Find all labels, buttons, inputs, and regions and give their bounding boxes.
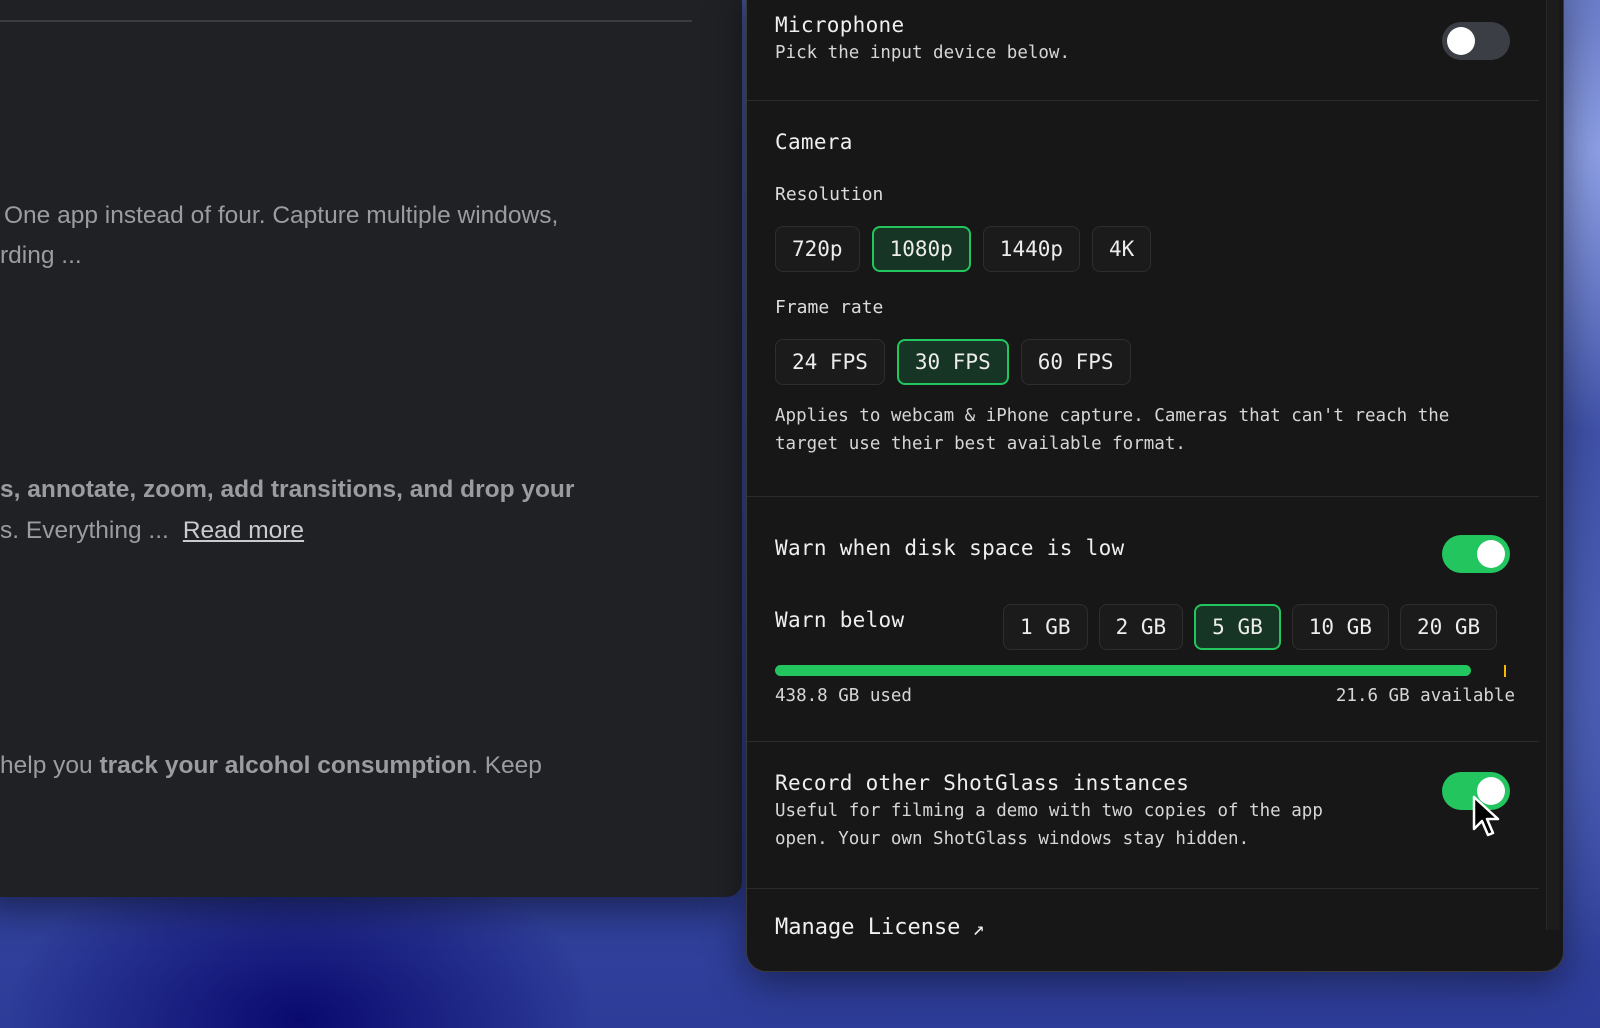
toggle-knob <box>1477 540 1505 568</box>
read-more-link[interactable]: Read more <box>183 517 304 544</box>
camera-note-line: Applies to webcam & iPhone capture. Came… <box>775 406 1450 426</box>
description-text: One app instead of four. Capture multipl… <box>4 202 559 229</box>
framerate-30-button[interactable]: 30 FPS <box>896 339 1009 385</box>
description-text: . Keep <box>471 752 542 779</box>
microphone-section: Microphone Pick the input device below. <box>775 13 1535 67</box>
divider <box>747 496 1539 497</box>
threshold-5gb-button[interactable]: 5 GB <box>1194 604 1281 650</box>
disk-available-label: 21.6 GB available <box>1335 686 1515 706</box>
threshold-options: 1 GB 2 GB 5 GB 10 GB 20 GB <box>1003 604 1498 650</box>
resolution-720p-button[interactable]: 720p <box>775 226 860 272</box>
disk-warning-title: Warn when disk space is low <box>775 536 1125 560</box>
camera-note-line: target use their best available format. <box>775 434 1186 454</box>
description-bold: track your alcohol consumption <box>99 752 472 779</box>
manage-license-label: Manage License <box>775 915 961 940</box>
description-text: s. Everything ... <box>0 517 169 544</box>
divider <box>0 20 692 22</box>
description-text: s, annotate, zoom, add transitions, and … <box>0 476 575 503</box>
framerate-options: 24 FPS 30 FPS 60 FPS <box>775 339 1131 385</box>
mouse-cursor-icon <box>1472 795 1500 837</box>
record-instances-desc: open. Your own ShotGlass windows stay hi… <box>775 829 1250 849</box>
disk-used-label: 438.8 GB used <box>775 686 912 706</box>
scrollbar[interactable] <box>1546 0 1559 930</box>
threshold-1gb-button[interactable]: 1 GB <box>1003 604 1088 650</box>
description-text: help you <box>0 752 100 779</box>
microphone-toggle[interactable] <box>1442 22 1510 60</box>
resolution-1440p-button[interactable]: 1440p <box>982 226 1081 272</box>
description-text: rding ... <box>0 242 82 269</box>
framerate-60-button[interactable]: 60 FPS <box>1020 339 1131 385</box>
record-instances-desc: Useful for filming a demo with two copie… <box>775 801 1323 821</box>
manage-license-link[interactable]: Manage License ↗ <box>775 915 984 940</box>
framerate-label: Frame rate <box>775 297 884 318</box>
threshold-marker <box>1504 665 1506 677</box>
toggle-knob <box>1447 27 1475 55</box>
threshold-2gb-button[interactable]: 2 GB <box>1098 604 1184 650</box>
microphone-subtitle: Pick the input device below. <box>775 43 1071 63</box>
camera-note: Applies to webcam & iPhone capture. Came… <box>775 402 1535 458</box>
background-browser-window: One app instead of four. Capture multipl… <box>0 0 742 897</box>
threshold-10gb-button[interactable]: 10 GB <box>1291 604 1389 650</box>
camera-section: Camera <box>775 130 1535 154</box>
record-instances-title: Record other ShotGlass instances <box>775 771 1190 795</box>
threshold-20gb-button[interactable]: 20 GB <box>1399 604 1498 650</box>
divider <box>747 100 1539 101</box>
camera-title: Camera <box>775 130 853 154</box>
divider <box>747 741 1539 742</box>
disk-usage-bar <box>775 665 1471 676</box>
resolution-options: 720p 1080p 1440p 4K <box>775 226 1152 272</box>
resolution-label: Resolution <box>775 184 884 205</box>
description-text: s. Everything ... Read more <box>0 510 304 551</box>
microphone-title: Microphone <box>775 13 905 37</box>
arrow-up-right-icon: ↗ <box>972 915 985 940</box>
framerate-24-button[interactable]: 24 FPS <box>775 339 885 385</box>
divider <box>747 888 1539 889</box>
settings-panel: Microphone Pick the input device below. … <box>746 0 1564 972</box>
record-instances-section: Record other ShotGlass instances Useful … <box>775 771 1535 853</box>
description-text: help you track your alcohol consumption.… <box>0 745 542 786</box>
resolution-1080p-button[interactable]: 1080p <box>871 226 971 272</box>
disk-warning-toggle[interactable] <box>1442 535 1510 573</box>
resolution-4k-button[interactable]: 4K <box>1092 226 1152 272</box>
